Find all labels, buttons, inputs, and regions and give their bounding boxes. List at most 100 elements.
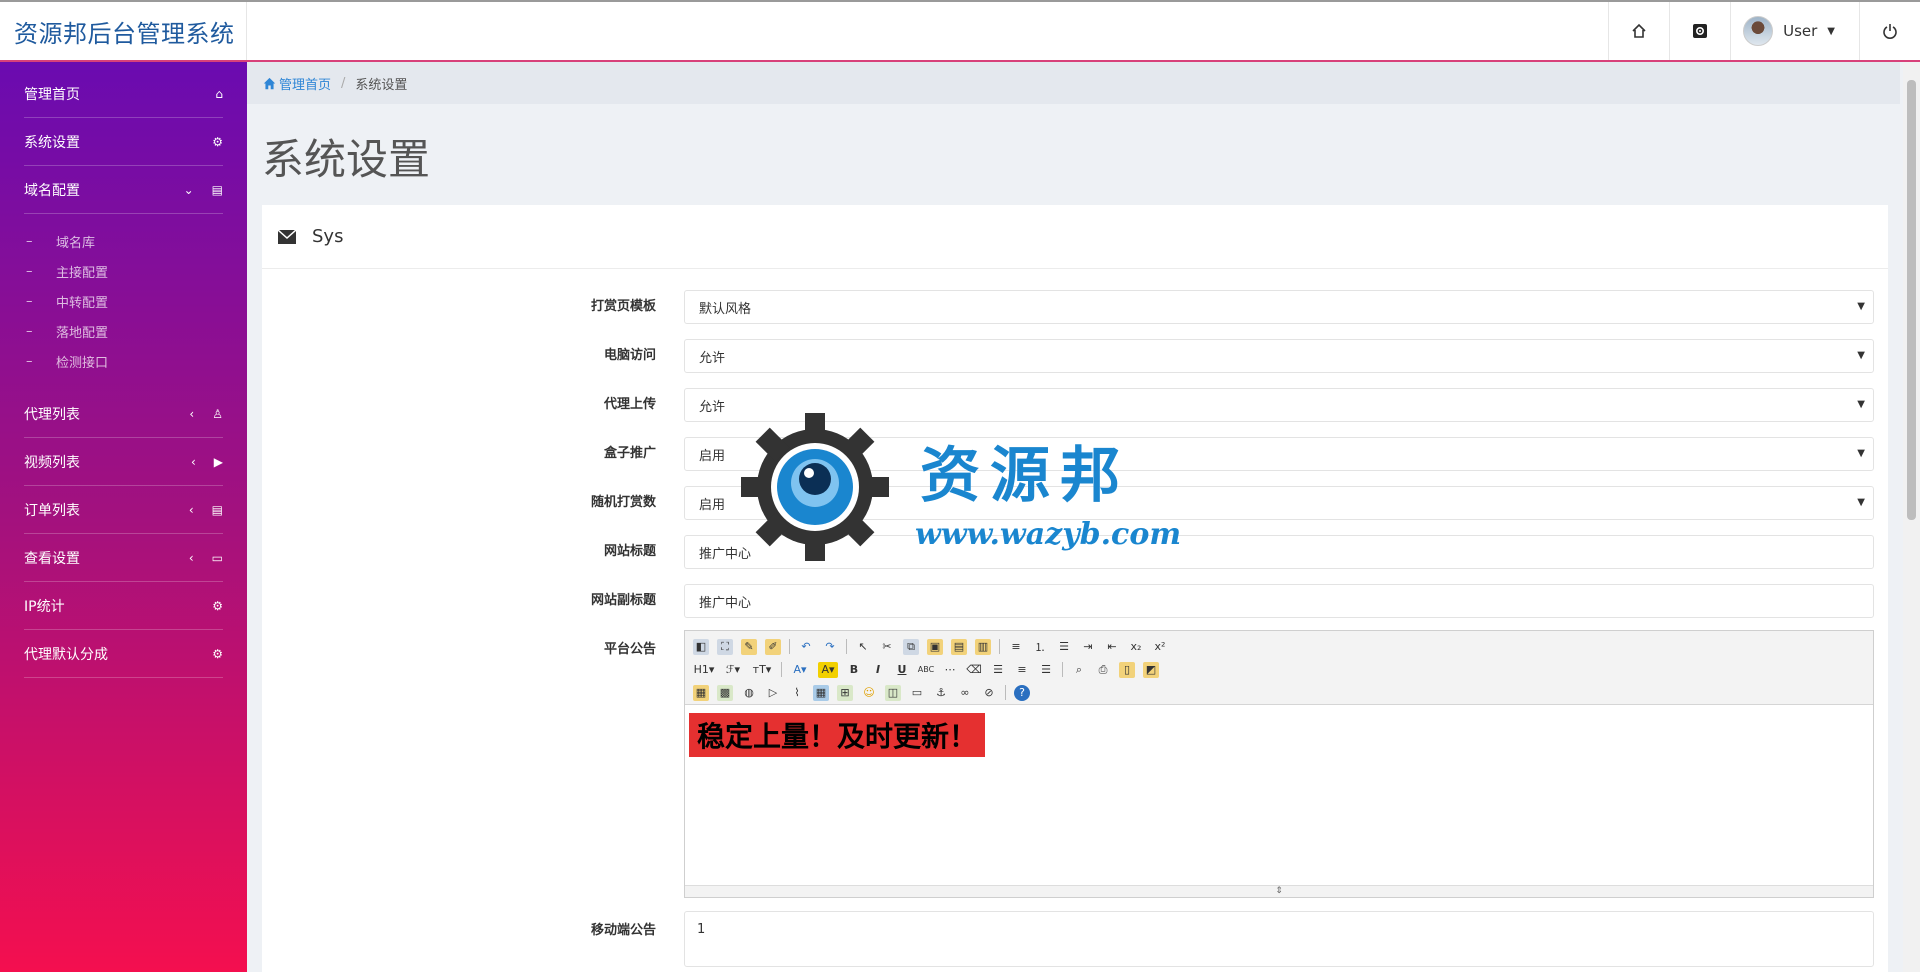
sidebar-menu: 管理首页 ⌂ 系统设置 ⚙ 域名配置 ⌄ ▤ – 域名库 – 主接配置 – 中转配置 –…: [0, 62, 247, 678]
panel-title: Sys: [312, 226, 344, 247]
unordered-list-icon[interactable]: ☰: [1056, 639, 1072, 655]
home-button[interactable]: [1608, 2, 1669, 60]
highlight-icon[interactable]: A▾: [818, 661, 838, 678]
editor-resize-handle[interactable]: ⇕: [685, 885, 1873, 897]
select-value: 默认风格: [699, 301, 752, 317]
cut-icon[interactable]: ✂: [879, 639, 895, 655]
caret-down-icon: ▼: [1857, 448, 1865, 459]
select-value: 允许: [699, 399, 726, 415]
font-color-icon[interactable]: A▾: [790, 662, 810, 678]
align-right-icon[interactable]: ☰: [1038, 662, 1054, 678]
undo-icon[interactable]: ↶: [798, 639, 814, 655]
align-left-icon[interactable]: ☰: [990, 662, 1006, 678]
sidebar-item-settings[interactable]: 系统设置 ⚙: [24, 118, 223, 166]
chevron-left-icon: ‹: [188, 550, 194, 565]
breadcrumb-separator: /: [341, 75, 346, 91]
sidebar-subitem-main-config[interactable]: – 主接配置: [26, 256, 223, 286]
sidebar-item-home[interactable]: 管理首页 ⌂: [24, 70, 223, 118]
source-icon[interactable]: ◧: [693, 638, 709, 655]
horizontal-rule-icon[interactable]: ⋯: [942, 662, 958, 678]
sidebar-item-view-settings[interactable]: 查看设置 ‹ ▭: [24, 534, 223, 582]
scrollbar-thumb[interactable]: [1907, 80, 1916, 520]
strikethrough-icon[interactable]: ABC: [918, 662, 934, 678]
ordered-list-icon[interactable]: ⒈: [1032, 639, 1048, 655]
print-icon[interactable]: ⎙: [1095, 662, 1111, 678]
underline-icon[interactable]: U: [894, 662, 910, 678]
field-label: 移动端公告: [590, 923, 656, 938]
sidebar-item-label: 订单列表: [24, 502, 80, 519]
clear-icon[interactable]: ✎: [741, 638, 757, 655]
editor-content[interactable]: 稳定上量！及时更新！: [685, 705, 1873, 885]
select-icon[interactable]: ↖: [855, 639, 871, 655]
sidebar-item-agents[interactable]: 代理列表 ‹ ♙: [24, 390, 223, 438]
sidebar-subitem-domain-lib[interactable]: – 域名库: [26, 226, 223, 256]
user-menu[interactable]: User ▼: [1730, 2, 1859, 60]
subscript-icon[interactable]: x₂: [1128, 639, 1144, 655]
top-header: 资源邦后台管理系统 User ▼: [0, 0, 1920, 62]
sidebar-item-videos[interactable]: 视频列表 ‹ ▶: [24, 438, 223, 486]
unlink-icon[interactable]: ⊘: [981, 685, 997, 701]
site-subtitle-input[interactable]: 推广中心: [684, 584, 1874, 618]
clipboard-icon: ▤: [211, 502, 223, 517]
page-icon[interactable]: ▭: [909, 685, 925, 701]
paste-icon[interactable]: ▣: [927, 638, 943, 655]
template-icon[interactable]: ✐: [765, 638, 781, 655]
settings-button[interactable]: [1669, 2, 1730, 60]
flash-icon[interactable]: ◍: [741, 685, 757, 701]
redo-icon[interactable]: ↷: [822, 639, 838, 655]
brand-title[interactable]: 资源邦后台管理系统: [0, 2, 247, 60]
outdent-icon[interactable]: ⇤: [1104, 639, 1120, 655]
watermark-text-cn: 资源邦: [920, 441, 1130, 511]
sidebar-subitem-relay-config[interactable]: – 中转配置: [26, 286, 223, 316]
bold-icon[interactable]: B: [846, 662, 862, 678]
paste-text-icon[interactable]: ▤: [951, 638, 967, 655]
page-break-icon[interactable]: ▯: [1119, 661, 1135, 678]
attachment-icon[interactable]: ⌇: [789, 685, 805, 701]
image-icon[interactable]: ▦: [693, 684, 709, 701]
chevron-left-icon: ‹: [188, 502, 194, 517]
reward-template-select[interactable]: 默认风格 ▼: [684, 290, 1874, 324]
code-icon[interactable]: ◩: [1143, 661, 1159, 678]
watermark-logo: 资源邦 www.wazyb.com: [735, 407, 1195, 567]
anchor-icon[interactable]: ⚓: [933, 685, 949, 701]
link-icon[interactable]: ∞: [957, 685, 973, 701]
sidebar-item-orders[interactable]: 订单列表 ‹ ▤: [24, 486, 223, 534]
copy-icon[interactable]: ⧉: [903, 638, 919, 655]
indent-icon[interactable]: ⇥: [1080, 639, 1096, 655]
sidebar-subitem-landing-config[interactable]: – 落地配置: [26, 316, 223, 346]
align-center-icon[interactable]: ≡: [1014, 662, 1030, 678]
heading-icon[interactable]: H1▾: [693, 662, 715, 678]
sidebar-submenu-domain: – 域名库 – 主接配置 – 中转配置 – 落地配置 – 检测接口: [24, 214, 223, 390]
breadcrumb-home[interactable]: 管理首页: [263, 74, 331, 93]
logout-button[interactable]: [1859, 2, 1920, 60]
map-icon[interactable]: ◫: [885, 684, 901, 701]
insert-row-icon[interactable]: ⊞: [837, 684, 853, 701]
sidebar-item-domain[interactable]: 域名配置 ⌄ ▤: [24, 166, 223, 214]
multi-image-icon[interactable]: ▩: [717, 684, 733, 701]
fullscreen-icon[interactable]: ⛶: [717, 638, 733, 655]
paste-word-icon[interactable]: ▥: [975, 638, 991, 655]
home-icon: ⌂: [215, 86, 223, 101]
pc-access-select[interactable]: 允许 ▼: [684, 339, 1874, 373]
eraser-icon[interactable]: ⌫: [966, 662, 982, 678]
emoji-icon[interactable]: ☺: [861, 685, 877, 701]
sidebar-item-ip-stats[interactable]: IP统计 ⚙: [24, 582, 223, 630]
italic-icon[interactable]: I: [870, 662, 886, 678]
table-icon[interactable]: ▦: [813, 684, 829, 701]
sidebar-item-label: 域名配置: [24, 182, 80, 199]
media-icon[interactable]: ▷: [765, 685, 781, 701]
mobile-notice-textarea[interactable]: 1: [684, 911, 1874, 967]
superscript-icon[interactable]: x²: [1152, 639, 1168, 655]
help-icon[interactable]: ?: [1014, 684, 1030, 701]
page-scrollbar[interactable]: [1903, 62, 1920, 972]
sidebar-item-label: 代理默认分成: [24, 646, 108, 663]
toolbar-row: H1▾ ℱ▾ ᴛT▾ A▾ A▾ B I U ABC ⋯ ⌫ ☰ ≡ ☰ ⌕ ⎙…: [693, 658, 1865, 681]
caret-down-icon: ▼: [1827, 25, 1835, 37]
font-size-icon[interactable]: ᴛT▾: [751, 662, 773, 678]
preview-icon[interactable]: ⌕: [1071, 662, 1087, 678]
sidebar-subitem-check-api[interactable]: – 检测接口: [26, 346, 223, 376]
sidebar-item-agent-share[interactable]: 代理默认分成 ⚙: [24, 630, 223, 678]
font-family-icon[interactable]: ℱ▾: [723, 662, 743, 678]
align-justify-icon[interactable]: ≡: [1008, 639, 1024, 655]
breadcrumb: 管理首页 / 系统设置: [247, 62, 1900, 104]
